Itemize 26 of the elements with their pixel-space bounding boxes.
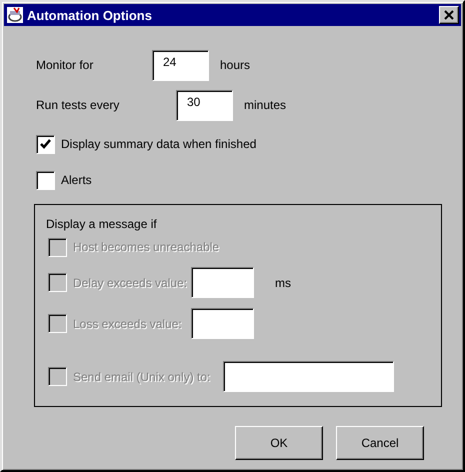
- condition-label: Loss exceeds value:: [73, 316, 183, 330]
- input-field[interactable]: [191, 267, 254, 298]
- condition-label: Send email (Unix only) to:: [73, 370, 212, 384]
- unit-label: ms: [275, 276, 291, 290]
- input-field[interactable]: [223, 361, 394, 392]
- checkbox[interactable]: [36, 170, 55, 190]
- condition-label: Delay exceeds value:: [73, 276, 188, 290]
- field-label: Run tests every: [36, 98, 120, 112]
- app-icon: [6, 6, 24, 24]
- number-field[interactable]: 24: [152, 50, 209, 80]
- ok-button[interactable]: OK: [235, 426, 323, 460]
- checkbox-label: Alerts: [61, 173, 93, 187]
- number-field[interactable]: 30: [176, 90, 233, 120]
- checkmark-icon: [40, 139, 51, 149]
- close-button[interactable]: [439, 6, 459, 24]
- checkbox[interactable]: [36, 134, 55, 154]
- condition-label: Host becomes unreachable: [73, 240, 220, 254]
- field-label: Monitor for: [36, 58, 94, 72]
- window-title: Automation Options: [27, 8, 153, 22]
- unit-label: minutes: [244, 98, 286, 112]
- input-field[interactable]: [191, 308, 254, 339]
- cancel-button[interactable]: Cancel: [336, 426, 424, 460]
- close-icon: [444, 10, 454, 20]
- checkbox-label: Display summary data when finished: [61, 137, 258, 151]
- unit-label: hours: [220, 58, 250, 72]
- group-title: Display a message if: [46, 217, 157, 231]
